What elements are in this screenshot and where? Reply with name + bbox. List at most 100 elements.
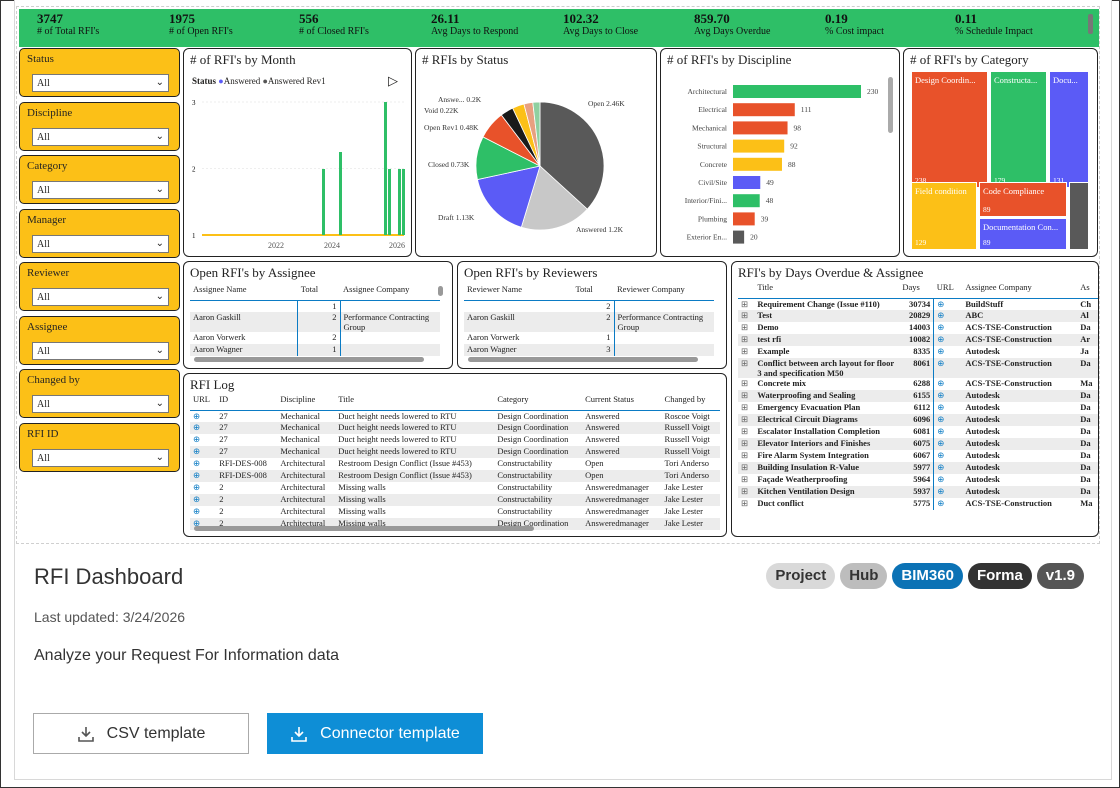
table-row[interactable]: Aaron Gaskill 2 Performance Contracting Gr… [190,312,440,332]
column-header[interactable]: URL [933,282,963,299]
expand-icon[interactable]: ⊞ [738,426,754,438]
slicer-dropdown[interactable]: All ⌄ [32,341,169,360]
link-icon[interactable]: ⊕ [190,470,217,482]
table-row[interactable]: ⊕ 27 Mechanical Duct height needs lowered t… [190,446,720,458]
table-row[interactable]: Aaron Gaskill 2 Performance Contracting Gr… [464,312,714,332]
expand-icon[interactable]: ⊞ [738,346,754,358]
discipline-scrollbar[interactable] [888,77,893,133]
link-icon[interactable]: ⊕ [934,426,963,438]
assignee-hscroll[interactable] [194,357,424,362]
link-icon[interactable]: ⊕ [934,498,963,510]
table-row[interactable]: ⊞ Elevator Interiors and Finishes 6075 ⊕ Aut… [738,438,1098,450]
column-header[interactable]: Total [297,284,340,301]
table-row[interactable]: ⊞ Building Insulation R-Value 5977 ⊕ Autodes… [738,462,1098,474]
treemap-tile[interactable]: Constructa... 179 [990,71,1047,188]
table-row[interactable]: ⊞ Test 20829 ⊕ ABC Al [738,310,1098,322]
table-row[interactable]: ⊕ 2 Architectural Missing walls Constructabi… [190,506,720,518]
expand-icon[interactable]: ⊞ [738,358,755,378]
reviewer-hscroll[interactable] [468,357,698,362]
table-row[interactable]: ⊕ 2 Architectural Missing walls Constructabi… [190,482,720,494]
table-row[interactable]: ⊞ Escalator Installation Completion 6081 ⊕ A… [738,426,1098,438]
expand-icon[interactable]: ⊞ [738,414,755,426]
treemap-tile[interactable]: Field condition 129 [911,182,977,250]
table-row[interactable]: ⊕ 27 Mechanical Duct height needs lowered t… [190,422,720,434]
link-icon[interactable]: ⊕ [190,434,216,446]
assignee-vscroll[interactable] [438,286,443,296]
treemap-tile-other[interactable] [1069,182,1089,250]
kpi-scrollbar[interactable] [1088,14,1093,34]
column-header[interactable]: Total [572,284,614,301]
slicer-dropdown[interactable]: All ⌄ [32,395,169,413]
expand-icon[interactable]: ⊞ [738,450,754,462]
discipline-bar[interactable] [733,194,760,208]
table-row[interactable]: ⊞ Requirement Change (Issue #110) 30734 ⊕ Bu… [738,298,1098,310]
link-icon[interactable]: ⊕ [190,458,216,470]
table-row[interactable]: ⊕ RFI-DES-008 Architectural Restroom Design… [190,458,720,470]
treemap-tile[interactable]: Documentation Con... 89 [979,218,1067,250]
rfi-log-hscroll[interactable] [194,526,534,531]
link-icon[interactable]: ⊕ [934,298,963,310]
expand-icon[interactable]: ⊞ [738,298,754,310]
column-header[interactable]: Assignee Name [190,284,298,301]
discipline-bar[interactable] [733,139,785,153]
treemap-tile[interactable]: Docu... 131 [1049,71,1089,188]
link-icon[interactable]: ⊕ [933,462,963,474]
table-row[interactable]: ⊞ Kitchen Ventilation Design 5937 ⊕ Autodesk… [738,486,1098,498]
discipline-bar[interactable] [733,85,861,98]
link-icon[interactable]: ⊕ [934,450,963,462]
treemap-tile[interactable]: Design Coordin... 238 [911,71,988,188]
link-icon[interactable]: ⊕ [190,482,216,494]
table-row[interactable]: 2 [464,300,714,312]
link-icon[interactable]: ⊕ [933,486,963,498]
column-header[interactable]: Days [899,282,934,299]
column-header[interactable]: As [1077,282,1098,299]
table-row[interactable]: ⊞ Duct conflict 5775 ⊕ ACS-TSE-Construction M… [738,498,1098,510]
discipline-bar[interactable] [733,121,788,135]
table-row[interactable]: ⊞ Fire Alarm System Integration 6067 ⊕ Autod… [738,450,1098,462]
table-row[interactable]: ⊕ 27 Mechanical Duct height needs lowered t… [190,410,720,422]
expand-icon[interactable]: ⊞ [738,310,755,322]
column-header[interactable]: URL [190,394,217,411]
link-icon[interactable]: ⊕ [933,358,963,378]
table-row[interactable]: ⊞ Waterproofing and Sealing 6155 ⊕ Autodesk D… [738,390,1098,402]
connector-template-button[interactable]: Connector template [267,713,483,754]
table-row[interactable]: ⊕ 2 Architectural Missing walls Constructabi… [190,494,720,506]
discipline-bar[interactable] [733,103,795,117]
link-icon[interactable]: ⊕ [934,378,963,390]
link-icon[interactable]: ⊕ [933,334,963,346]
discipline-bar[interactable] [733,157,782,171]
link-icon[interactable]: ⊕ [934,402,963,414]
slicer-dropdown[interactable]: All ⌄ [32,74,169,92]
discipline-bar[interactable] [733,230,745,244]
slicer-dropdown[interactable]: All ⌄ [32,448,169,467]
table-row[interactable]: ⊞ Façade Weatherproofing 5964 ⊕ Autodesk Da [738,474,1098,486]
column-header[interactable]: Assignee Company [340,284,440,301]
csv-template-button[interactable]: CSV template [33,713,249,754]
link-icon[interactable]: ⊕ [190,422,217,434]
link-icon[interactable]: ⊕ [933,414,963,426]
expand-icon[interactable]: ⊞ [738,462,755,474]
table-row[interactable]: ⊞ Electrical Circuit Diagrams 6096 ⊕ Autodes… [738,414,1098,426]
column-header[interactable]: Assignee Company [962,282,1078,299]
table-row[interactable]: ⊕ RFI-DES-008 Architectural Restroom Design… [190,470,720,482]
table-row[interactable]: ⊞ Demo 14003 ⊕ ACS-TSE-Construction Da [738,322,1098,334]
column-header[interactable]: ID [216,394,278,411]
column-header[interactable]: Current Status [582,394,662,411]
table-row[interactable]: ⊞ Emergency Evacuation Plan 6112 ⊕ Autodesk D… [738,402,1098,414]
treemap-tile[interactable]: Code Compliance 89 [979,182,1067,217]
column-header[interactable]: Title [754,282,900,299]
discipline-bar[interactable] [733,176,761,189]
column-header[interactable]: Title [335,394,495,411]
expand-icon[interactable]: ⊞ [738,438,755,450]
table-row[interactable]: Aaron Vorwerk 1 [464,332,714,344]
table-row[interactable]: ⊞ test rfi 10082 ⊕ ACS-TSE-Construction Ar [738,334,1098,346]
expand-icon[interactable]: ⊞ [738,474,754,486]
link-icon[interactable]: ⊕ [934,474,963,486]
table-row[interactable]: Aaron Wagner 3 [464,344,714,356]
expand-icon[interactable]: ⊞ [738,390,755,402]
expand-icon[interactable]: ⊞ [738,334,755,346]
column-header[interactable]: Reviewer Company [614,284,714,301]
link-icon[interactable]: ⊕ [190,506,216,518]
column-header[interactable]: Category [494,394,583,411]
table-row[interactable]: Aaron Vorwerk 2 [190,332,440,344]
